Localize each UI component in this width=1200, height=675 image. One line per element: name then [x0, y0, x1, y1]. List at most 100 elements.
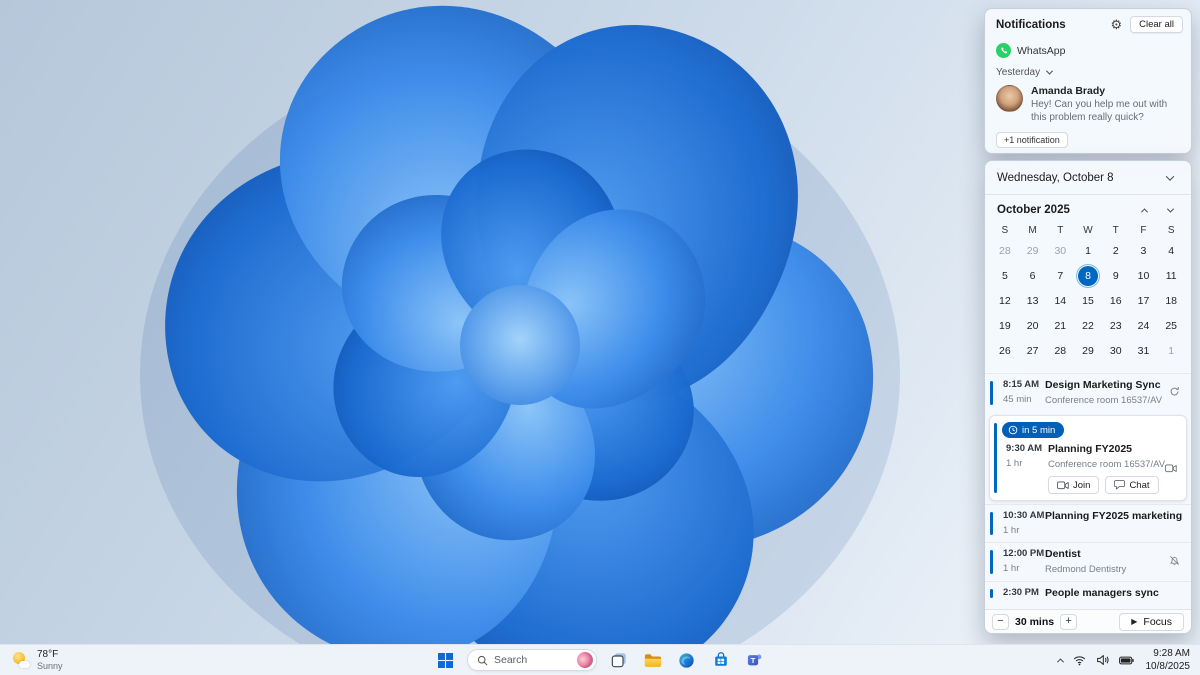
store-button[interactable]	[708, 648, 733, 673]
agenda-item[interactable]: 10:30 AM 1 hr Planning FY2025 marketing	[985, 504, 1191, 542]
calendar-day[interactable]: 9	[1102, 263, 1130, 288]
volume-icon[interactable]	[1091, 645, 1114, 675]
calendar-day[interactable]: 19	[991, 313, 1019, 338]
search-box[interactable]: Search	[467, 649, 597, 671]
calendar-day[interactable]: 24	[1130, 313, 1158, 338]
calendar-month-label: October 2025	[997, 204, 1070, 216]
calendar-day[interactable]: 6	[1019, 263, 1047, 288]
agenda-main-column: People managers sync	[1045, 587, 1183, 599]
calendar-day[interactable]: 18	[1157, 288, 1185, 313]
calendar-day[interactable]: 14	[1046, 288, 1074, 313]
agenda-join-button[interactable]: Join	[1048, 476, 1100, 494]
agenda-time: 8:15 AM	[1003, 379, 1040, 390]
agenda-item-row: 12:00 PM 1 hr Dentist Redmond Dentistry	[995, 548, 1183, 575]
start-button[interactable]	[433, 648, 458, 673]
agenda-item[interactable]: 8:15 AM 45 min Design Marketing Sync Confer…	[985, 373, 1191, 412]
calendar-day[interactable]: 10	[1130, 263, 1158, 288]
calendar-day[interactable]: 4	[1157, 238, 1185, 263]
calendar-month-nav	[1137, 203, 1181, 217]
calendar-collapse-button[interactable]	[1158, 169, 1182, 187]
calendar-day[interactable]: 20	[1019, 313, 1047, 338]
calendar-panel: Wednesday, October 8 October 2025 S M T W T F…	[984, 160, 1192, 634]
calendar-day[interactable]: 1	[1157, 338, 1185, 363]
agenda-main-column: Planning FY2025 Conference room 16537/AV J…	[1048, 443, 1180, 494]
calendar-day[interactable]: 31	[1130, 338, 1158, 363]
agenda-accent-bar	[990, 512, 993, 535]
calendar-day[interactable]: 15	[1074, 288, 1102, 313]
weekday-label: M	[1028, 225, 1037, 236]
teams-button[interactable]: T	[742, 648, 767, 673]
calendar-week-row: 12 13 14 15 16 17 18	[991, 288, 1185, 313]
weather-widget[interactable]: 78°F Sunny	[0, 645, 75, 675]
calendar-day[interactable]: 28	[1046, 338, 1074, 363]
notification-sender: Amanda Brady	[1031, 85, 1106, 97]
camera-icon	[1165, 460, 1177, 478]
edge-button[interactable]	[674, 648, 699, 673]
notification-app-row[interactable]: WhatsApp	[985, 37, 1191, 61]
calendar-day[interactable]: 27	[1019, 338, 1047, 363]
weekday-label: S	[1001, 225, 1009, 236]
battery-icon[interactable]	[1114, 645, 1139, 675]
clock-time: 9:28 AM	[1153, 648, 1190, 659]
more-notifications-button[interactable]: +1 notification	[996, 132, 1068, 148]
calendar-week-row: 26 27 28 29 30 31 1	[991, 338, 1185, 363]
folder-icon	[644, 653, 661, 667]
calendar-day[interactable]: 21	[1046, 313, 1074, 338]
wifi-icon[interactable]	[1068, 645, 1091, 675]
taskbar: 78°F Sunny Search T 9:28 AM 10/8/2025	[0, 644, 1200, 675]
calendar-day[interactable]: 29	[1074, 338, 1102, 363]
notification-settings-icon[interactable]: ⚙	[1108, 18, 1124, 31]
agenda-time: 10:30 AM	[1003, 510, 1045, 521]
agenda-item[interactable]: in 5 min 9:30 AM 1 hr Planning FY2025 Confer…	[989, 415, 1187, 501]
hidden-icons-button[interactable]	[1053, 645, 1068, 675]
calendar-day[interactable]: 30	[1046, 238, 1074, 263]
calendar-day[interactable]: 30	[1102, 338, 1130, 363]
calendar-day[interactable]: 1	[1074, 238, 1102, 263]
calendar-day[interactable]: 3	[1130, 238, 1158, 263]
agenda-main-column: Dentist Redmond Dentistry	[1045, 548, 1183, 575]
agenda-item[interactable]: 2:30 PM People managers sync	[985, 581, 1191, 605]
clear-all-button[interactable]: Clear all	[1130, 16, 1183, 33]
clock[interactable]: 9:28 AM 10/8/2025	[1139, 647, 1191, 673]
agenda-list: 8:15 AM 45 min Design Marketing Sync Confer…	[985, 373, 1191, 609]
agenda-time: 2:30 PM	[1003, 587, 1039, 598]
calendar-day[interactable]: 11	[1157, 263, 1185, 288]
increase-duration-button[interactable]: +	[1060, 613, 1078, 630]
calendar-day[interactable]: 12	[991, 288, 1019, 313]
calendar-day[interactable]: 13	[1019, 288, 1047, 313]
weather-text: 78°F Sunny	[37, 649, 63, 672]
agenda-item-row: 9:30 AM 1 hr Planning FY2025 Conference roo…	[998, 443, 1180, 494]
agenda-accent-bar	[990, 550, 993, 574]
edge-icon	[679, 652, 694, 668]
calendar-day[interactable]: 25	[1157, 313, 1185, 338]
calendar-day[interactable]: 26	[991, 338, 1019, 363]
calendar-week-row: 19 20 21 22 23 24 25	[991, 313, 1185, 338]
focus-button[interactable]: ▶ Focus	[1119, 612, 1184, 631]
notification-group-header[interactable]: Yesterday	[985, 61, 1191, 80]
calendar-day[interactable]: 2	[1102, 238, 1130, 263]
calendar-day[interactable]: 29	[1019, 238, 1047, 263]
agenda-buttons: Join Chat	[1048, 476, 1180, 494]
file-explorer-button[interactable]	[640, 648, 665, 673]
search-highlight-image[interactable]	[577, 652, 593, 668]
weekday-label: S	[1167, 225, 1175, 236]
agenda-chat-button[interactable]: Chat	[1105, 476, 1159, 494]
notification-card[interactable]: Amanda Brady Hey! Can you help me out wi…	[985, 80, 1191, 127]
calendar-grid: 28 29 30 1 2 3 4 5 6 7 8 9 10 11 12 13 14 15 16 17 18 19 20 21 2…	[985, 236, 1191, 367]
calendar-day[interactable]: 17	[1130, 288, 1158, 313]
calendar-day[interactable]: 28	[991, 238, 1019, 263]
calendar-day[interactable]: 7	[1046, 263, 1074, 288]
calendar-day[interactable]: 22	[1074, 313, 1102, 338]
calendar-prev-month-button[interactable]	[1137, 203, 1151, 217]
agenda-item-row: 2:30 PM People managers sync	[995, 587, 1183, 599]
calendar-day[interactable]: 23	[1102, 313, 1130, 338]
calendar-day[interactable]: 16	[1102, 288, 1130, 313]
calendar-next-month-button[interactable]	[1163, 203, 1177, 217]
agenda-location: Conference room 16537/AV	[1048, 459, 1166, 470]
task-view-button[interactable]	[606, 648, 631, 673]
calendar-day[interactable]: 8	[1074, 263, 1102, 288]
taskbar-center: Search T	[433, 645, 767, 675]
decrease-duration-button[interactable]: −	[992, 613, 1009, 630]
agenda-item[interactable]: 12:00 PM 1 hr Dentist Redmond Dentistry	[985, 542, 1191, 581]
calendar-day[interactable]: 5	[991, 263, 1019, 288]
